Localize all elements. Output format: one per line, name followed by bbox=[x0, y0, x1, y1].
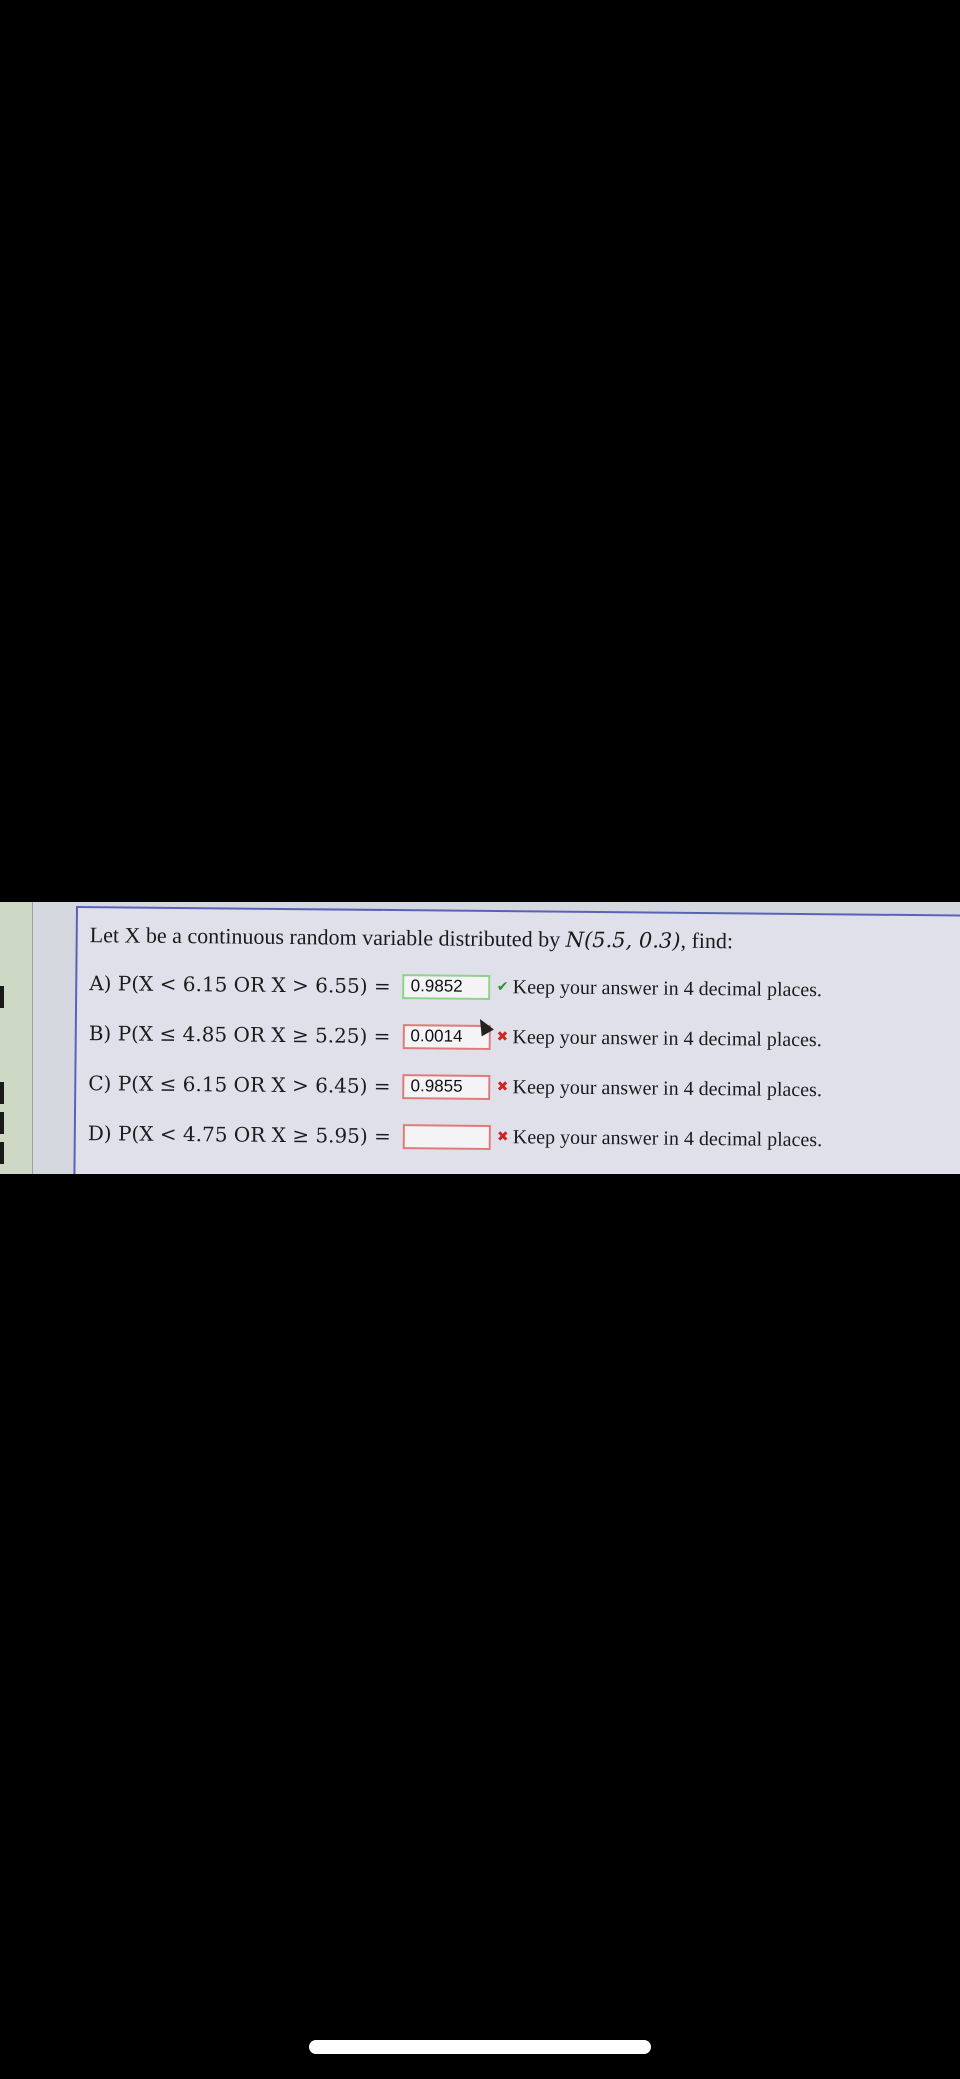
distribution-notation: N(5.5, 0.3) bbox=[565, 927, 681, 953]
question-intro: Let X be a continuous random variable di… bbox=[89, 922, 561, 952]
part-d-label: D) P(X < 4.75 OR X ≥ 5.95) = bbox=[87, 1121, 391, 1149]
question-part-d: D) P(X < 4.75 OR X ≥ 5.95) = ✖ Keep your… bbox=[88, 1118, 823, 1155]
home-indicator-bar[interactable] bbox=[309, 2040, 651, 2054]
part-d-answer-input[interactable] bbox=[402, 1123, 491, 1150]
left-sidebar-edge bbox=[0, 902, 33, 1174]
cross-icon: ✖ bbox=[496, 1079, 509, 1096]
cross-icon: ✖ bbox=[496, 1029, 509, 1046]
part-c-answer-input[interactable] bbox=[402, 1073, 491, 1100]
question-part-b: B) P(X ≤ 4.85 OR X ≥ 5.25) = ✖ Keep your… bbox=[89, 1018, 822, 1055]
question-prompt: Let X be a continuous random variable di… bbox=[90, 922, 734, 954]
monitor-screen: Let X be a continuous random variable di… bbox=[0, 902, 960, 1174]
question-suffix: , find: bbox=[680, 927, 734, 954]
question-panel: Let X be a continuous random variable di… bbox=[73, 906, 960, 1174]
part-c-hint: Keep your answer in 4 decimal places. bbox=[512, 1075, 823, 1101]
part-a-answer-input[interactable] bbox=[402, 973, 491, 1000]
question-part-c: C) P(X ≤ 6.15 OR X > 6.45) = ✖ Keep your… bbox=[88, 1068, 822, 1105]
check-icon: ✔ bbox=[496, 979, 509, 996]
sidebar-marker bbox=[0, 1142, 4, 1164]
part-a-hint: Keep your answer in 4 decimal places. bbox=[512, 975, 823, 1001]
photo-frame: Let X be a continuous random variable di… bbox=[0, 0, 960, 2079]
part-a-label: A) P(X < 6.15 OR X > 6.55) = bbox=[89, 971, 391, 999]
sidebar-marker bbox=[0, 1112, 4, 1134]
part-b-label: B) P(X ≤ 4.85 OR X ≥ 5.25) = bbox=[88, 1021, 391, 1049]
part-d-hint: Keep your answer in 4 decimal places. bbox=[512, 1125, 823, 1151]
sidebar-marker bbox=[0, 986, 4, 1008]
part-c-label: C) P(X ≤ 6.15 OR X > 6.45) = bbox=[88, 1071, 391, 1099]
part-b-hint: Keep your answer in 4 decimal places. bbox=[512, 1025, 822, 1051]
sidebar-marker bbox=[0, 1082, 4, 1104]
cross-icon: ✖ bbox=[496, 1129, 509, 1146]
question-part-a: A) P(X < 6.15 OR X > 6.55) = ✔ Keep your… bbox=[89, 968, 822, 1005]
